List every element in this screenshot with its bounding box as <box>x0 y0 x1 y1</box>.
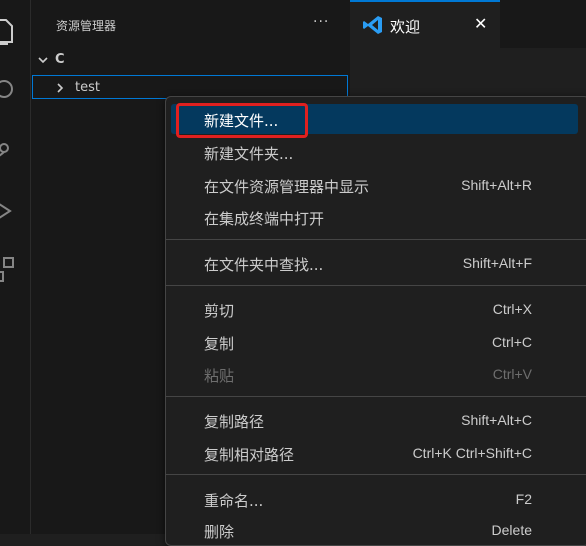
menu-item-new-folder[interactable]: 新建文件夹... <box>171 137 578 167</box>
chevron-right-icon <box>55 81 65 99</box>
menu-item-copy-path[interactable]: 复制路径 Shift+Alt+C <box>171 405 578 435</box>
run-debug-icon[interactable] <box>0 194 30 228</box>
menu-item-rename[interactable]: 重命名... F2 <box>171 484 578 514</box>
menu-separator <box>166 285 586 286</box>
menu-item-copy[interactable]: 复制 Ctrl+C <box>171 327 578 357</box>
activity-bar <box>0 0 31 534</box>
context-menu: 新建文件... 新建文件夹... 在文件资源管理器中显示 Shift+Alt+R… <box>165 96 586 546</box>
source-control-icon[interactable] <box>0 134 30 168</box>
extensions-icon[interactable] <box>0 254 30 288</box>
folder-header[interactable]: C <box>31 50 350 72</box>
menu-item-paste: 粘贴 Ctrl+V <box>204 366 532 385</box>
menu-item-copy-relative-path[interactable]: 复制相对路径 Ctrl+K Ctrl+Shift+C <box>171 438 578 468</box>
menu-separator <box>166 239 586 240</box>
chevron-down-icon <box>37 53 49 71</box>
menu-item-delete[interactable]: 删除 Delete <box>171 515 578 545</box>
explorer-title: 资源管理器 <box>56 19 117 33</box>
menu-item-cut[interactable]: 剪切 Ctrl+X <box>171 294 578 324</box>
tree-item-label: test <box>75 80 100 95</box>
menu-separator <box>166 396 586 397</box>
files-icon[interactable] <box>0 14 30 48</box>
annotation-highlight-box <box>176 103 308 138</box>
more-actions-button[interactable]: ··· <box>313 14 329 30</box>
close-icon[interactable]: ✕ <box>474 14 487 33</box>
vscode-logo-icon <box>362 14 384 40</box>
menu-item-find-in-folder[interactable]: 在文件夹中查找... Shift+Alt+F <box>171 248 578 278</box>
tab-label: 欢迎 <box>390 18 421 36</box>
explorer-header: 资源管理器 ··· <box>31 0 350 48</box>
menu-item-open-in-terminal[interactable]: 在集成终端中打开 <box>171 202 578 232</box>
tab-welcome[interactable]: 欢迎 ✕ <box>350 0 500 48</box>
folder-name: C <box>55 52 65 67</box>
editor-tabs: 欢迎 ✕ <box>350 0 586 49</box>
menu-item-reveal-in-explorer[interactable]: 在文件资源管理器中显示 Shift+Alt+R <box>171 170 578 200</box>
search-icon[interactable] <box>0 72 30 106</box>
menu-separator <box>166 474 586 475</box>
